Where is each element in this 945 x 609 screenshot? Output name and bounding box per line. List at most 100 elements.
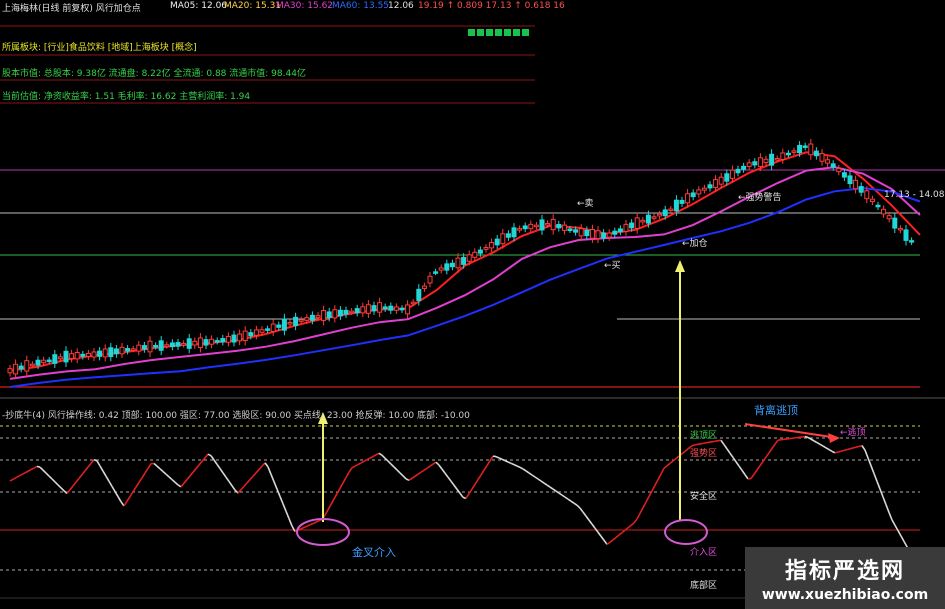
indicator-segment xyxy=(207,453,212,457)
indicator-segment xyxy=(843,448,848,452)
price-tail-label: 19.19 ↑ 0.809 17.13 ↑ 0.618 16 xyxy=(418,1,565,11)
candle-body xyxy=(125,348,131,352)
indicator-segment xyxy=(24,470,29,474)
indicator-segment xyxy=(48,475,53,480)
candle-body xyxy=(763,158,769,164)
indicator-segment xyxy=(414,473,419,477)
candle-body xyxy=(629,222,635,229)
candle-body xyxy=(858,186,864,193)
indicator-segment xyxy=(900,535,905,542)
candle-body xyxy=(780,152,786,160)
indicator-segment xyxy=(198,460,203,466)
indicator-segment xyxy=(501,458,506,462)
indicator-segment xyxy=(144,467,149,474)
candle-body xyxy=(517,228,523,231)
indicator-segment xyxy=(720,439,725,446)
indicator-segment xyxy=(402,475,407,480)
candle-body xyxy=(886,215,892,220)
candle-body xyxy=(472,251,478,258)
candle-body xyxy=(259,329,265,333)
candle-body xyxy=(735,168,741,174)
indicator-segment xyxy=(204,453,209,459)
candle-body xyxy=(80,353,86,357)
indicator-segment xyxy=(225,476,230,482)
candle-body xyxy=(102,348,108,358)
indicator-segment xyxy=(345,471,350,478)
indicator-segment xyxy=(99,465,104,472)
candle-body xyxy=(399,307,405,311)
candle-body xyxy=(197,337,203,349)
candle-body xyxy=(774,157,780,161)
indicator-segment xyxy=(384,457,389,462)
candle-body xyxy=(253,329,259,336)
indicator-segment xyxy=(354,463,359,467)
indicator-segment xyxy=(759,460,764,467)
indicator-segment xyxy=(483,465,488,471)
indicator-segment xyxy=(69,485,74,491)
indicator-segment xyxy=(537,478,542,482)
indicator-segment xyxy=(147,463,152,469)
indicator-segment xyxy=(738,465,743,471)
candle-body xyxy=(864,190,870,200)
candle-body xyxy=(276,324,282,328)
indicator-segment xyxy=(753,469,758,475)
watermark-name: 指标严选网 xyxy=(784,559,905,584)
indicator-segment xyxy=(495,455,500,459)
indicator-segment xyxy=(348,467,353,473)
indicator-segment xyxy=(57,484,62,489)
candle-body xyxy=(556,224,562,229)
candle-body xyxy=(785,152,791,156)
indicator-segment xyxy=(54,481,59,486)
indicator-segment xyxy=(180,482,185,488)
indicator-segment xyxy=(282,503,287,512)
indicator-segment xyxy=(630,522,635,526)
candle-body xyxy=(18,365,24,370)
indicator-segment xyxy=(426,465,431,469)
candle-body xyxy=(192,340,198,346)
indicator-segment xyxy=(303,525,308,529)
indicator-segment xyxy=(654,479,659,486)
indicator-segment xyxy=(852,446,857,449)
indicator-segment xyxy=(324,509,329,516)
candle-body xyxy=(729,169,735,179)
candle-body xyxy=(304,317,310,321)
indicator-segment xyxy=(750,473,755,480)
candle-body xyxy=(444,263,450,271)
indicator-segment xyxy=(39,466,44,471)
indicator-segment xyxy=(330,498,335,505)
indicator-segment xyxy=(42,469,47,474)
candle-body xyxy=(203,339,209,346)
candle-body xyxy=(377,302,383,313)
candle-body xyxy=(281,318,287,331)
indicator-segment xyxy=(519,466,524,470)
indicator-segment xyxy=(810,438,815,442)
indicator-segment xyxy=(867,457,872,467)
candle-body xyxy=(690,192,696,198)
indicator-segment xyxy=(561,494,566,498)
indicator-segment xyxy=(588,519,593,525)
candle-body xyxy=(354,308,360,314)
indicator-segment xyxy=(30,467,35,471)
indicator-segment xyxy=(471,483,476,490)
indicator-segment xyxy=(606,541,611,545)
candle-body xyxy=(343,309,349,315)
indicator-segment xyxy=(213,459,218,465)
indicator-segment xyxy=(768,448,773,454)
candle-body xyxy=(713,179,719,188)
candle-body xyxy=(522,225,528,230)
candle-body xyxy=(416,288,422,301)
indicator-segment xyxy=(627,524,632,529)
indicator-segment xyxy=(831,450,836,454)
candle-body xyxy=(584,229,590,237)
indicator-segment xyxy=(159,468,164,473)
candle-body xyxy=(769,153,775,166)
indicator-segment xyxy=(522,468,527,472)
indicator-segment xyxy=(177,484,182,488)
indicator-segment xyxy=(195,464,200,470)
candle-body xyxy=(825,159,831,164)
candle-body xyxy=(909,240,915,243)
candle-body xyxy=(231,334,237,343)
add-label: ←加仓 xyxy=(682,239,708,249)
indicator-segment xyxy=(156,465,161,470)
indicator-segment xyxy=(285,510,290,519)
